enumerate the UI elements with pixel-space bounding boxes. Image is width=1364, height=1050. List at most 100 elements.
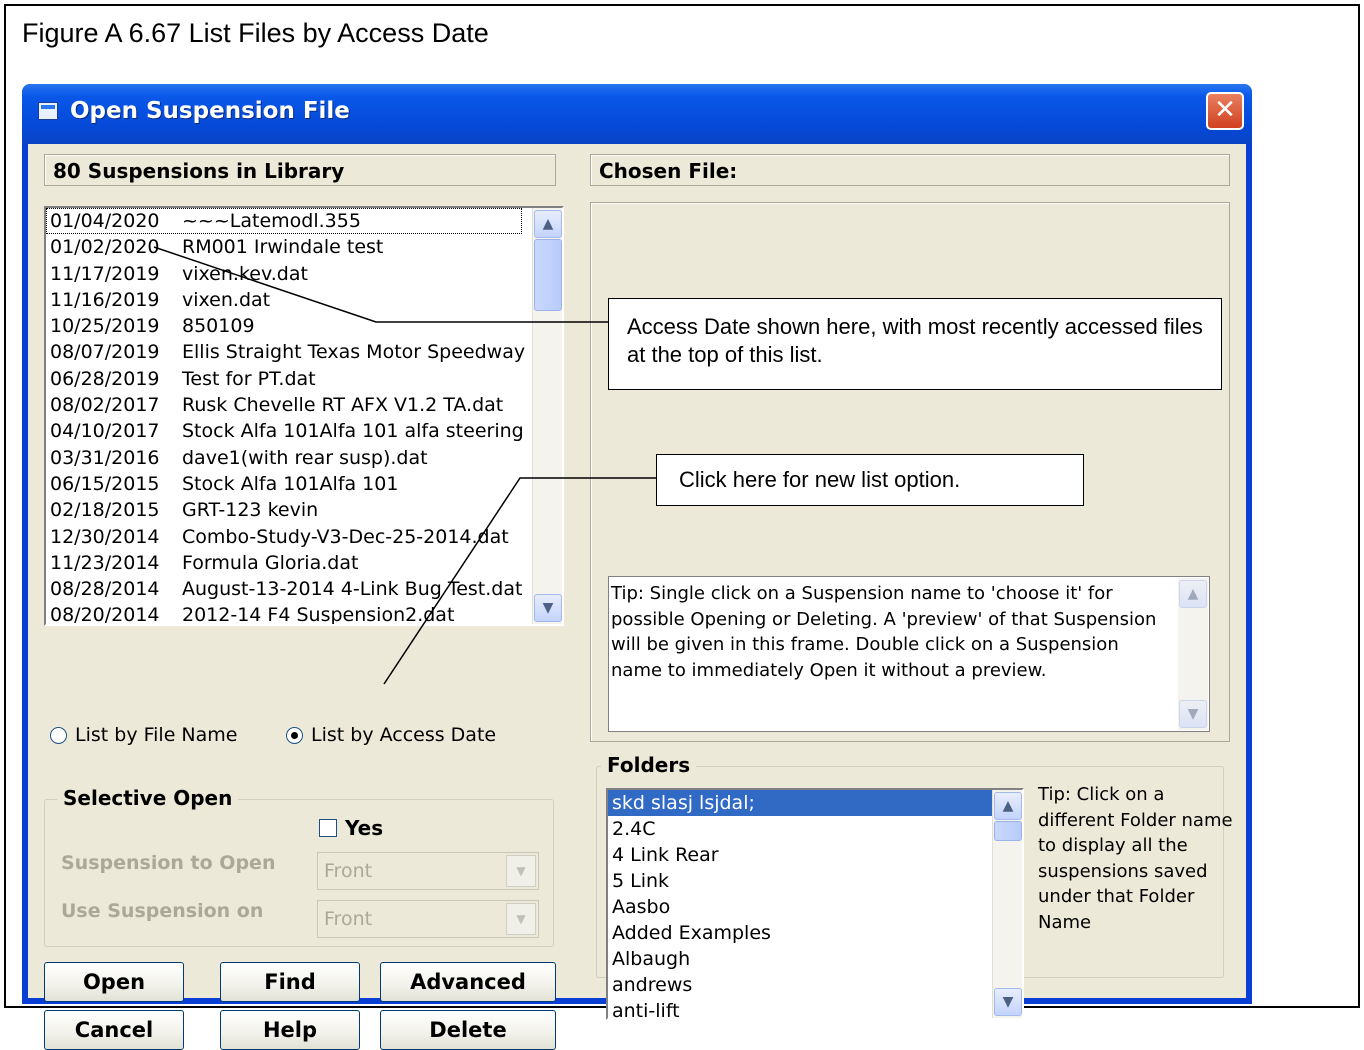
- file-list-item[interactable]: 11/16/2019 vixen.dat: [46, 287, 562, 313]
- file-list-item[interactable]: 06/15/2015 Stock Alfa 101Alfa 101: [46, 471, 562, 497]
- folder-list-item[interactable]: anti-lift: [608, 998, 1022, 1018]
- tip-textbox[interactable]: Tip: Single click on a Suspension name t…: [608, 576, 1210, 732]
- help-button[interactable]: Help: [220, 1010, 360, 1050]
- file-name: RM001 Irwindale test: [182, 236, 384, 259]
- file-list-item[interactable]: 12/30/2014 Combo-Study-V3-Dec-25-2014.dat: [46, 524, 562, 550]
- folder-list-rows: skd slasj lsjdal; 2.4C 4 Link Rear 5 Link Aa…: [608, 790, 1022, 1018]
- radio-list-by-access-date[interactable]: List by Access Date: [286, 724, 496, 746]
- file-name: Formula Gloria.dat: [182, 551, 359, 574]
- open-button[interactable]: Open: [44, 962, 184, 1002]
- chevron-up-icon[interactable]: ▲: [1179, 580, 1207, 608]
- file-access-date: 08/02/2017: [50, 394, 160, 417]
- chevron-up-icon[interactable]: ▲: [994, 792, 1022, 820]
- callout-new-list-option: Click here for new list option.: [656, 454, 1084, 506]
- folder-list-item[interactable]: Albaugh: [608, 946, 1022, 972]
- scroll-thumb[interactable]: [994, 821, 1022, 841]
- window-title: Open Suspension File: [70, 98, 350, 124]
- tip-text: Tip: Single click on a Suspension name t…: [611, 583, 1157, 681]
- file-list-item[interactable]: 08/28/2014 August-13-2014 4-Link Bug Test…: [46, 576, 562, 602]
- chevron-up-icon[interactable]: ▲: [534, 210, 562, 238]
- file-list-item[interactable]: 10/25/2019 850109: [46, 313, 562, 339]
- file-access-date: 04/10/2017: [50, 420, 160, 443]
- file-access-date: 08/28/2014: [50, 578, 160, 601]
- file-name: vixen.dat: [182, 288, 271, 311]
- suspension-to-open-label: Suspension to Open: [61, 852, 276, 874]
- folder-list[interactable]: skd slasj lsjdal; 2.4C 4 Link Rear 5 Link Aa…: [606, 788, 1024, 1020]
- file-list-item[interactable]: 08/07/2019 Ellis Straight Texas Motor Spe…: [46, 339, 562, 365]
- file-access-date: 08/07/2019: [50, 341, 160, 364]
- use-suspension-on-value: Front: [324, 908, 373, 930]
- radio-button[interactable]: [286, 726, 303, 744]
- folder-list-item[interactable]: 4 Link Rear: [608, 842, 1022, 868]
- figure-caption: Figure A 6.67 List Files by Access Date: [22, 18, 489, 48]
- file-list-item[interactable]: 08/02/2017 Rusk Chevelle RT AFX V1.2 TA.d…: [46, 392, 562, 418]
- file-list-item[interactable]: 08/20/2014 2012-14 F4 Suspension2.dat: [46, 602, 562, 626]
- radio-list-by-file-name[interactable]: List by File Name: [50, 724, 237, 746]
- folder-list-item[interactable]: skd slasj lsjdal;: [608, 790, 1022, 816]
- file-list-item[interactable]: 04/10/2017 Stock Alfa 101Alfa 101 alfa st…: [46, 418, 562, 444]
- dropdown-arrow-icon[interactable]: ▼: [506, 855, 536, 887]
- file-access-date: 10/25/2019: [50, 315, 160, 338]
- use-suspension-on-select[interactable]: Front ▼: [317, 900, 539, 938]
- folder-list-item[interactable]: 2.4C: [608, 816, 1022, 842]
- folder-tip: Tip: Click on a different Folder name to…: [1038, 784, 1233, 933]
- folders-title: Folders: [601, 753, 697, 777]
- use-suspension-on-label: Use Suspension on: [61, 900, 264, 922]
- folder-list-item[interactable]: 5 Link: [608, 868, 1022, 894]
- open-suspension-dialog: Open Suspension File ✕ 80 Suspensions in…: [22, 84, 1252, 1050]
- chevron-down-icon[interactable]: ▼: [1179, 700, 1207, 728]
- app-window-icon: [38, 102, 58, 120]
- file-list[interactable]: 01/04/2020 ~~~Latemodl.355 01/02/2020 RM001…: [44, 206, 564, 626]
- find-button[interactable]: Find: [220, 962, 360, 1002]
- file-list-item[interactable]: 01/02/2020 RM001 Irwindale test: [46, 234, 562, 260]
- file-list-scrollbar[interactable]: ▲ ▼: [532, 208, 562, 624]
- folder-list-item[interactable]: Added Examples: [608, 920, 1022, 946]
- file-name: Stock Alfa 101Alfa 101 alfa steering: [182, 420, 524, 443]
- title-bar[interactable]: Open Suspension File ✕: [22, 84, 1252, 144]
- file-name: 850109: [182, 315, 255, 338]
- radio-label: List by Access Date: [311, 724, 497, 746]
- file-name: vixen.kev.dat: [182, 262, 308, 285]
- file-list-item[interactable]: 06/28/2019 Test for PT.dat: [46, 366, 562, 392]
- file-access-date: 01/02/2020: [50, 236, 160, 259]
- file-list-item[interactable]: 11/23/2014 Formula Gloria.dat: [46, 550, 562, 576]
- file-list-item[interactable]: 01/04/2020 ~~~Latemodl.355: [46, 208, 522, 235]
- radio-button[interactable]: [50, 726, 67, 744]
- suspension-to-open-select[interactable]: Front ▼: [317, 852, 539, 890]
- dropdown-arrow-icon[interactable]: ▼: [506, 903, 536, 935]
- file-list-rows: 01/04/2020 ~~~Latemodl.355 01/02/2020 RM001…: [46, 208, 562, 626]
- file-access-date: 11/17/2019: [50, 262, 160, 285]
- yes-checkbox[interactable]: [319, 819, 337, 837]
- tip-scrollbar[interactable]: ▲ ▼: [1178, 578, 1208, 730]
- file-access-date: 02/18/2015: [50, 499, 160, 522]
- file-access-date: 12/30/2014: [50, 525, 160, 548]
- file-access-date: 11/16/2019: [50, 288, 160, 311]
- file-name: Ellis Straight Texas Motor Speedway: [182, 341, 526, 364]
- library-count-label: 80 Suspensions in Library: [44, 154, 556, 186]
- yes-label: Yes: [345, 816, 384, 840]
- file-list-item[interactable]: 03/31/2016 dave1(with rear susp).dat: [46, 445, 562, 471]
- delete-button[interactable]: Delete: [380, 1010, 556, 1050]
- selective-open-yes[interactable]: Yes: [319, 816, 383, 840]
- file-access-date: 08/20/2014: [50, 604, 160, 626]
- file-list-item[interactable]: 11/17/2019 vixen.kev.dat: [46, 261, 562, 287]
- advanced-button[interactable]: Advanced: [380, 962, 556, 1002]
- file-list-item[interactable]: 02/18/2015 GRT-123 kevin: [46, 497, 562, 523]
- cancel-button[interactable]: Cancel: [44, 1010, 184, 1050]
- file-access-date: 06/28/2019: [50, 367, 160, 390]
- selective-open-title: Selective Open: [57, 786, 239, 810]
- chevron-down-icon[interactable]: ▼: [534, 594, 562, 622]
- close-button[interactable]: ✕: [1206, 92, 1244, 130]
- folder-list-scrollbar[interactable]: ▲ ▼: [992, 790, 1022, 1018]
- scroll-thumb[interactable]: [534, 239, 562, 311]
- folder-list-item[interactable]: Aasbo: [608, 894, 1022, 920]
- file-name: GRT-123 kevin: [182, 499, 319, 522]
- file-name: ~~~Latemodl.355: [182, 210, 361, 232]
- folder-list-item[interactable]: andrews: [608, 972, 1022, 998]
- file-access-date: 01/04/2020: [50, 210, 160, 232]
- file-name: Test for PT.dat: [182, 367, 316, 390]
- file-name: August-13-2014 4-Link Bug Test.dat: [182, 578, 523, 601]
- file-name: 2012-14 F4 Suspension2.dat: [182, 604, 455, 626]
- file-name: Combo-Study-V3-Dec-25-2014.dat: [182, 525, 509, 548]
- chosen-file-label: Chosen File:: [590, 154, 1230, 186]
